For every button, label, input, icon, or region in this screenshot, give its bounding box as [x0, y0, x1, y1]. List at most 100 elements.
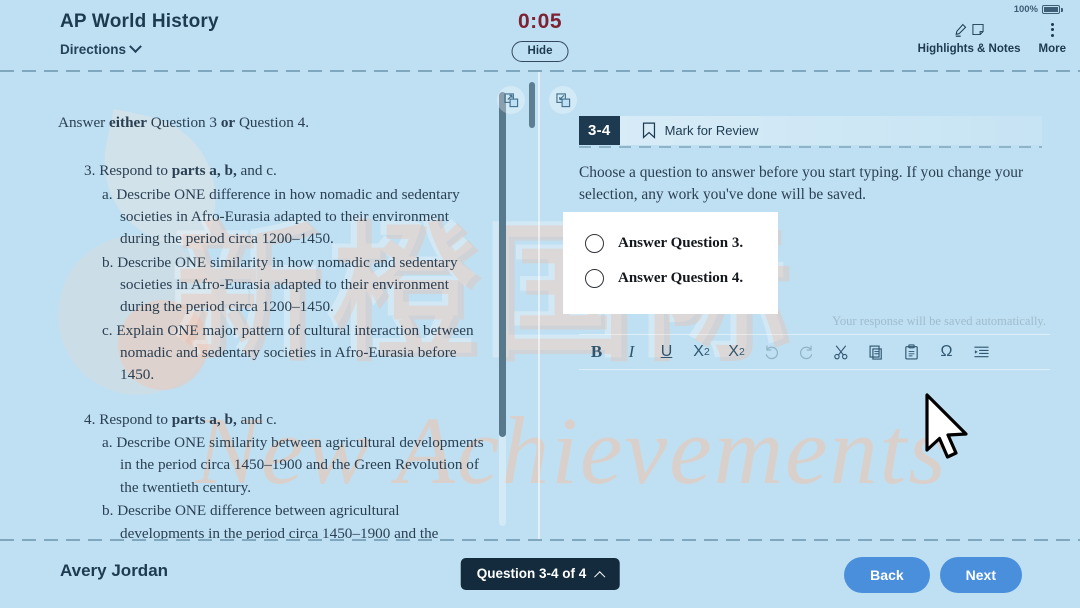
highlighter-icon — [955, 23, 967, 37]
lead-mid: Question 3 — [147, 114, 221, 131]
redo-icon — [800, 345, 813, 359]
top-right-actions: Highlights & Notes More — [918, 20, 1066, 55]
navigation-buttons: Back Next — [844, 557, 1022, 593]
question-block-3: 3. Respond to parts a, b, and c. a. Desc… — [58, 160, 485, 386]
q3-stem-suffix: and c. — [236, 162, 277, 180]
q3a-letter: a. — [102, 185, 113, 203]
directions-toggle[interactable]: Directions — [60, 40, 142, 57]
clipboard-paste-icon — [905, 343, 918, 359]
main-content: Answer either Question 3 or Question 4. … — [0, 72, 1080, 540]
mark-for-review-label: Mark for Review — [664, 123, 759, 138]
bookmark-icon — [642, 122, 655, 139]
more-vertical-icon — [1050, 20, 1054, 39]
passage-lead: Answer either Question 3 or Question 4. — [58, 112, 485, 134]
q4b-letter: b. — [102, 502, 114, 520]
undo-button[interactable] — [754, 335, 789, 369]
indent-button[interactable] — [964, 335, 999, 369]
copy-button[interactable] — [859, 335, 894, 369]
q4-number: 4. — [84, 410, 96, 428]
question-navigator-label: Question 3-4 of 4 — [476, 566, 587, 581]
top-bar: AP World History Directions 0:05 Hide 10… — [0, 0, 1080, 71]
footer-bar: Avery Jordan Question 3-4 of 4 Back Next — [0, 541, 1080, 608]
splitter-line — [538, 72, 540, 540]
expand-right-pane-button[interactable] — [549, 86, 577, 114]
q3c-letter: c. — [102, 321, 113, 339]
mark-for-review-button[interactable]: Mark for Review — [642, 122, 759, 139]
copy-icon — [869, 345, 882, 360]
question-block-4: 4. Respond to parts a, b, and c. a. Desc… — [58, 409, 485, 540]
autosave-note: Your response will be saved automaticall… — [832, 314, 1046, 328]
q4a-text: Describe ONE similarity between agricult… — [116, 434, 484, 496]
italic-button[interactable]: I — [614, 335, 649, 369]
q4-stem-suffix: and c. — [236, 410, 277, 428]
collapse-right-icon — [555, 92, 570, 107]
test-app-window: 新橙国际 新橙国际 New Achievements AP World Hist… — [0, 0, 1080, 608]
radio-button-question-3[interactable] — [585, 234, 604, 253]
question-navigator-button[interactable]: Question 3-4 of 4 — [460, 558, 620, 590]
response-editor-toolbar: B I U X2 X2 Ω — [579, 334, 1050, 370]
pane-splitter[interactable] — [523, 72, 541, 540]
q3b-letter: b. — [102, 253, 114, 271]
subscript-button[interactable]: X2 — [719, 335, 754, 369]
back-button[interactable]: Back — [844, 557, 930, 593]
chevron-down-icon — [129, 40, 142, 54]
superscript-button[interactable]: X2 — [684, 335, 719, 369]
undo-icon — [765, 345, 778, 359]
lead-either: either — [109, 114, 147, 131]
special-character-button[interactable]: Ω — [929, 335, 964, 369]
scissors-icon — [834, 345, 848, 359]
more-menu-button[interactable]: More — [1039, 20, 1066, 55]
expand-left-pane-button[interactable] — [497, 86, 525, 114]
note-icon — [972, 23, 984, 36]
question-header-divider — [579, 146, 1042, 148]
answer-option-question-3[interactable]: Answer Question 3. — [563, 226, 778, 261]
passage-scrollbar-thumb[interactable] — [499, 92, 506, 437]
next-button[interactable]: Next — [939, 557, 1022, 593]
answer-options-group: Answer Question 3. Answer Question 4. — [563, 212, 778, 314]
battery-icon — [1042, 5, 1063, 14]
question-pane: 3-4 Mark for Review Choose a question to… — [541, 72, 1080, 540]
q3-number: 3. — [84, 162, 96, 180]
q3b-text: Describe ONE similarity in how nomadic a… — [117, 253, 458, 316]
highlights-and-notes-button[interactable]: Highlights & Notes — [918, 20, 1021, 55]
highlights-notes-label: Highlights & Notes — [917, 43, 1021, 55]
hide-timer-button[interactable]: Hide — [511, 41, 569, 62]
paste-button[interactable] — [894, 335, 929, 369]
battery-percent-label: 100% — [1013, 4, 1038, 15]
radio-button-question-4[interactable] — [585, 269, 604, 288]
indent-icon — [974, 346, 989, 357]
question-number-badge: 3-4 — [579, 116, 620, 145]
more-label: More — [1038, 43, 1066, 55]
header-divider — [0, 70, 1080, 72]
student-name: Avery Jordan — [60, 561, 169, 580]
lead-or: or — [220, 114, 236, 131]
expand-left-icon — [503, 92, 518, 107]
answer-option-question-4[interactable]: Answer Question 4. — [563, 261, 778, 296]
splitter-drag-handle[interactable] — [529, 82, 535, 128]
q3-stem-bold: parts a, b, — [171, 162, 237, 180]
q3c-text: Explain ONE major pattern of cultural in… — [116, 321, 474, 384]
q4-stem-prefix: Respond to — [99, 410, 172, 428]
question-3-part-a: a. Describe ONE difference in how nomadi… — [102, 184, 485, 251]
q4-stem-bold: parts a, b, — [171, 410, 237, 428]
question-3-part-c: c. Explain ONE major pattern of cultural… — [102, 320, 485, 387]
underline-button[interactable]: U — [649, 335, 684, 369]
question-3-part-b: b. Describe ONE similarity in how nomadi… — [102, 252, 485, 319]
question-prompt: Choose a question to answer before you s… — [579, 164, 1024, 204]
chevron-up-icon — [593, 570, 605, 582]
question-4-part-a: a. Describe ONE similarity between agric… — [102, 432, 485, 499]
bold-button[interactable]: B — [579, 335, 614, 369]
q3-stem-prefix: Respond to — [99, 162, 172, 180]
question-3-stem: 3. Respond to parts a, b, and c. — [84, 160, 485, 182]
q4b-text: Describe ONE difference between agricult… — [117, 502, 439, 540]
highlighter-and-note-icon — [953, 20, 985, 39]
cut-button[interactable] — [824, 335, 859, 369]
question-4-stem: 4. Respond to parts a, b, and c. — [84, 409, 485, 431]
answer-option-4-label: Answer Question 4. — [618, 270, 744, 286]
passage-text: Answer either Question 3 or Question 4. … — [58, 112, 485, 540]
question-4-part-b: b. Describe ONE difference between agric… — [102, 500, 485, 540]
answer-option-3-label: Answer Question 3. — [618, 235, 744, 251]
redo-button[interactable] — [789, 335, 824, 369]
lead-prefix: Answer — [58, 114, 110, 131]
battery-status: 100% — [1013, 4, 1063, 15]
